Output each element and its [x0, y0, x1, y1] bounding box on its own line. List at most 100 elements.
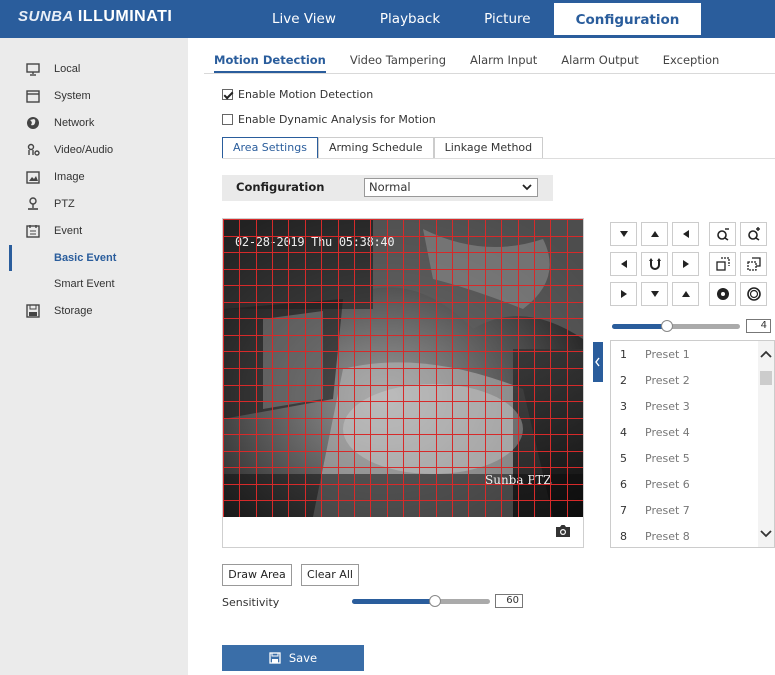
preset-row[interactable]: 8 Preset 8 [611, 523, 758, 547]
sidebar-item-label: Network [54, 117, 95, 129]
arrow-right-icon [620, 290, 627, 298]
ptz-left-button[interactable] [610, 252, 637, 276]
sidebar-item-storage[interactable]: Storage [0, 298, 188, 324]
sidebar-item-network[interactable]: Network [0, 110, 188, 136]
enable-dynamic-analysis-checkbox[interactable] [222, 114, 233, 125]
enable-dynamic-analysis-label: Enable Dynamic Analysis for Motion [238, 113, 436, 126]
preset-number: 5 [620, 451, 627, 465]
sidebar-item-label: Local [54, 63, 81, 75]
preset-row[interactable]: 6 Preset 6 [611, 471, 758, 497]
configuration-value: Normal [369, 180, 411, 194]
logo-product: ILLUMINATI [77, 8, 173, 25]
preset-number: 3 [620, 399, 627, 413]
event-icon [24, 222, 42, 240]
sidebar-item-label: Video/Audio [54, 144, 114, 156]
ptz-up-button[interactable] [641, 222, 668, 246]
preset-row[interactable]: 5 Preset 5 [611, 445, 758, 471]
sidebar-item-ptz[interactable]: PTZ [0, 191, 188, 217]
preset-row[interactable]: 4 Preset 4 [611, 419, 758, 445]
tab-alarm-output[interactable]: Alarm Output [561, 48, 638, 74]
sidebar-item-label: System [54, 90, 91, 102]
system-icon [24, 87, 42, 105]
tab-alarm-input[interactable]: Alarm Input [470, 48, 537, 74]
preset-row[interactable]: 7 Preset 7 [611, 497, 758, 523]
configuration-select[interactable]: Normal [364, 178, 538, 197]
save-button[interactable]: Save [222, 645, 364, 671]
step-area-settings[interactable]: Area Settings [222, 137, 318, 159]
sidebar-item-video-audio[interactable]: Video/Audio [0, 137, 188, 163]
chevron-down-icon[interactable] [758, 527, 774, 541]
scroll-thumb[interactable] [760, 371, 772, 385]
camera-icon[interactable] [555, 524, 571, 538]
live-video[interactable]: 02-28-2019 Thu 05:38:40 Sunba PTZ [223, 219, 583, 517]
ptz-speed-handle[interactable] [661, 320, 673, 332]
chevron-down-icon [521, 181, 533, 193]
storage-icon [24, 302, 42, 320]
configuration-row: Configuration Normal [222, 175, 553, 201]
iris-close-button[interactable] [709, 282, 736, 306]
focus-near-button[interactable] [709, 252, 736, 276]
logo: SUNBA ILLUMINATI [18, 8, 172, 26]
motion-detection-grid[interactable] [223, 219, 583, 517]
sidebar-item-system[interactable]: System [0, 83, 188, 109]
preset-scrollbar[interactable] [758, 341, 774, 547]
preset-row[interactable]: 1 Preset 1 [611, 341, 758, 367]
ptz-auto-button[interactable] [641, 252, 668, 276]
step-arming-schedule[interactable]: Arming Schedule [317, 137, 434, 159]
sidebar-item-local[interactable]: Local [0, 56, 188, 82]
step-linkage-method[interactable]: Linkage Method [433, 137, 544, 159]
chevron-left-icon [595, 357, 600, 367]
preset-row[interactable]: 3 Preset 3 [611, 393, 758, 419]
sidebar-item-basic-event[interactable]: Basic Event [0, 245, 188, 271]
ptz-up-right-button[interactable] [672, 222, 699, 246]
preset-name: Preset 6 [645, 477, 690, 491]
tabs-divider [204, 73, 775, 74]
arrow-up-icon [650, 231, 659, 237]
ptz-panel-toggle[interactable] [593, 342, 603, 382]
enable-motion-detection-checkbox[interactable] [222, 89, 233, 100]
sidebar-item-image[interactable]: Image [0, 164, 188, 190]
sensitivity-label: Sensitivity [222, 596, 280, 609]
tab-exception[interactable]: Exception [663, 48, 720, 74]
ptz-controls: 4 [610, 218, 775, 338]
save-icon [269, 652, 281, 664]
tab-video-tampering[interactable]: Video Tampering [350, 48, 446, 74]
ptz-right-button[interactable] [672, 252, 699, 276]
image-icon [24, 168, 42, 186]
sidebar-item-label: PTZ [54, 198, 75, 210]
focus-far-button[interactable] [740, 252, 767, 276]
tab-motion-detection[interactable]: Motion Detection [214, 48, 326, 74]
zoom-in-button[interactable] [740, 222, 767, 246]
nav-configuration[interactable]: Configuration [552, 2, 703, 36]
sidebar-item-smart-event[interactable]: Smart Event [0, 271, 188, 297]
preset-number: 2 [620, 373, 627, 387]
auto-rotate-icon [648, 258, 661, 270]
sidebar-item-label: Event [54, 225, 83, 237]
sidebar-item-label: Image [54, 171, 85, 183]
enable-dynamic-analysis-row[interactable]: Enable Dynamic Analysis for Motion [222, 113, 436, 126]
chevron-up-icon[interactable] [758, 347, 774, 361]
clear-all-button[interactable]: Clear All [301, 564, 359, 586]
event-tabs: Motion Detection Video Tampering Alarm I… [214, 48, 743, 74]
preset-name: Preset 4 [645, 425, 690, 439]
enable-motion-detection-row[interactable]: Enable Motion Detection [222, 88, 373, 101]
draw-area-button[interactable]: Draw Area [222, 564, 292, 586]
sidebar-item-event[interactable]: Event [0, 218, 188, 244]
focus-far-icon [746, 257, 761, 271]
ptz-down-right-button[interactable] [672, 282, 699, 306]
sensitivity-slider[interactable] [352, 595, 490, 607]
ptz-down-left-button[interactable] [610, 282, 637, 306]
nav-picture[interactable]: Picture [462, 0, 552, 38]
zoom-out-button[interactable] [709, 222, 736, 246]
ptz-down-button[interactable] [641, 282, 668, 306]
nav-live-view[interactable]: Live View [250, 0, 358, 38]
iris-open-button[interactable] [740, 282, 767, 306]
arrow-right-icon [682, 260, 689, 268]
sensitivity-handle[interactable] [429, 595, 441, 607]
preset-name: Preset 3 [645, 399, 690, 413]
preset-row[interactable]: 2 Preset 2 [611, 367, 758, 393]
ptz-up-left-button[interactable] [610, 222, 637, 246]
arrow-left-icon [682, 230, 689, 238]
ptz-speed-slider[interactable] [612, 320, 740, 332]
nav-playback[interactable]: Playback [358, 0, 462, 38]
